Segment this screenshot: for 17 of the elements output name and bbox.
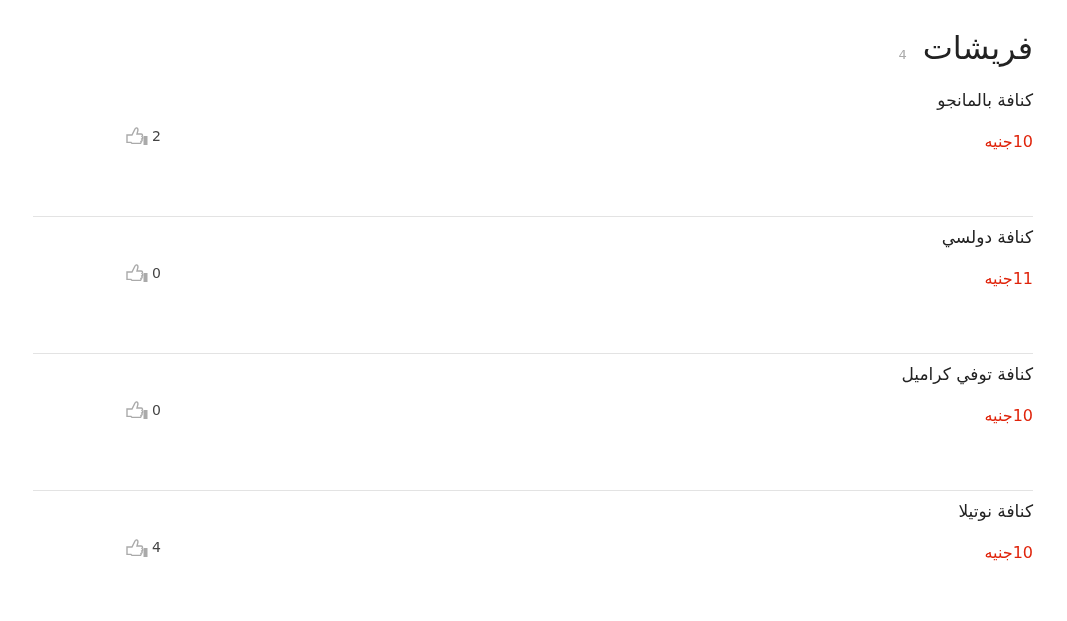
item-name: كنافة دولسي [941,226,1033,250]
item-price: 11جنيه [983,267,1033,290]
thumbs-up-icon [126,537,148,558]
thumbs-up-icon [126,126,148,146]
thumbs-up-icon [126,400,148,420]
like-count: 2 [152,126,161,146]
like-count: 4 [152,538,161,557]
item-price: 10جنيه [983,541,1033,564]
item-name: كنافة نوتيلا [958,500,1033,523]
like-count: 0 [152,400,161,420]
item-price: 10جنيه [983,404,1033,427]
item-name: كنافة بالمانجو [937,89,1033,112]
like-count: 0 [152,263,161,283]
item-count: 4 [898,45,907,64]
item-price: 10جنيه [983,130,1033,153]
thumbs-up-icon [126,263,148,283]
item-name: كنافة توفي كراميل [901,363,1033,387]
